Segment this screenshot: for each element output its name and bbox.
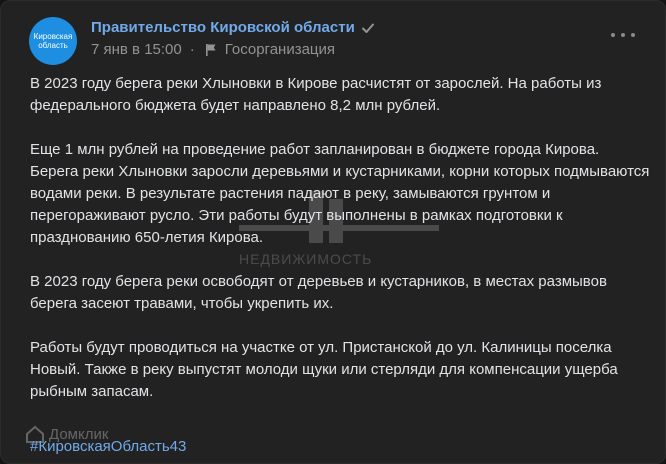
more-dot xyxy=(631,33,635,37)
post-paragraph: Еще 1 млн рублей на проведение работ зап… xyxy=(30,141,650,246)
post-paragraph: Работы будут проводиться на участке от у… xyxy=(30,339,618,400)
author-name[interactable]: Правительство Кировской области xyxy=(91,19,355,36)
post-paragraph: В 2023 году берега реки Хлыновки в Киров… xyxy=(30,75,602,114)
author-link[interactable]: Правительство Кировской области xyxy=(91,19,375,36)
post-paragraph: В 2023 году берега реки освободят от дер… xyxy=(30,273,607,312)
hashtag-link[interactable]: #КировскаяОбласть43 xyxy=(30,438,186,455)
avatar-text-line-1: Кировская xyxy=(33,32,73,41)
post-header: Кировская область Правительство Кировско… xyxy=(29,17,645,65)
avatar-text-line-2: область xyxy=(38,41,68,50)
more-dot xyxy=(621,33,625,37)
meta-separator: · xyxy=(189,41,195,58)
flag-icon xyxy=(205,43,216,56)
post-date[interactable]: 7 янв в 15:00 xyxy=(91,41,182,58)
post-category: Госорганизация xyxy=(224,41,336,58)
avatar[interactable]: Кировская область xyxy=(29,17,77,65)
more-dot xyxy=(611,33,615,37)
verified-icon xyxy=(361,23,374,33)
post-meta: 7 янв в 15:00 · Госорганизация xyxy=(91,41,335,58)
post-text: В 2023 году берега реки Хлыновки в Киров… xyxy=(30,73,650,425)
post-card: Кировская область Правительство Кировско… xyxy=(0,0,666,464)
more-icon[interactable] xyxy=(611,31,635,39)
